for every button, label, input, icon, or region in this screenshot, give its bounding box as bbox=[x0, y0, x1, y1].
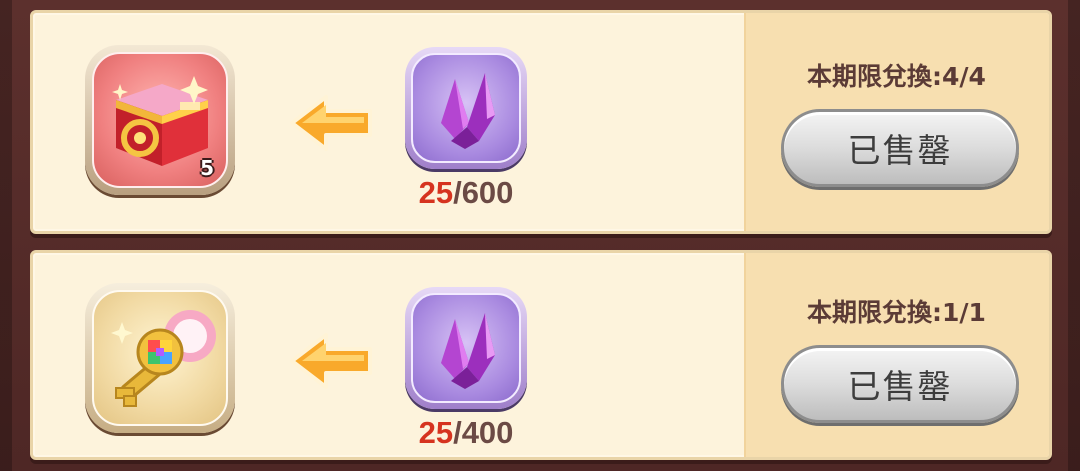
sold-out-button[interactable]: 已售罄 bbox=[781, 345, 1019, 423]
cost-current: 25 bbox=[418, 175, 454, 210]
exchange-limit-label: 本期限兌換:1/1 bbox=[807, 298, 986, 327]
purple-crystal-icon bbox=[441, 73, 495, 149]
reward-item-tile[interactable] bbox=[85, 283, 235, 433]
sold-out-button[interactable]: 已售罄 bbox=[781, 109, 1019, 187]
rainbow-gem-key-icon bbox=[111, 310, 216, 407]
cost-separator: / bbox=[453, 415, 462, 450]
cost-progress: 25/400 bbox=[366, 415, 566, 451]
cost-current: 25 bbox=[418, 415, 454, 450]
offer-card: 5 25/600 本期限兌換:4/4 已售罄 bbox=[30, 10, 1052, 234]
cost-item-tile bbox=[405, 47, 527, 169]
orange-left-arrow-icon bbox=[290, 95, 372, 151]
exchange-limit-label: 本期限兌換:4/4 bbox=[807, 62, 986, 91]
offer-card: 25/400 本期限兌換:1/1 已售罄 bbox=[30, 250, 1052, 460]
reward-item-tile[interactable]: 5 bbox=[85, 45, 235, 195]
cost-item-tile bbox=[405, 287, 527, 409]
cost-separator: / bbox=[453, 175, 462, 210]
reward-count-badge: 5 bbox=[200, 156, 214, 180]
orange-left-arrow-icon bbox=[290, 333, 372, 389]
cost-required: 400 bbox=[461, 415, 514, 450]
purple-crystal-icon bbox=[441, 313, 495, 389]
cost-progress: 25/600 bbox=[366, 175, 566, 211]
cost-required: 600 bbox=[461, 175, 514, 210]
